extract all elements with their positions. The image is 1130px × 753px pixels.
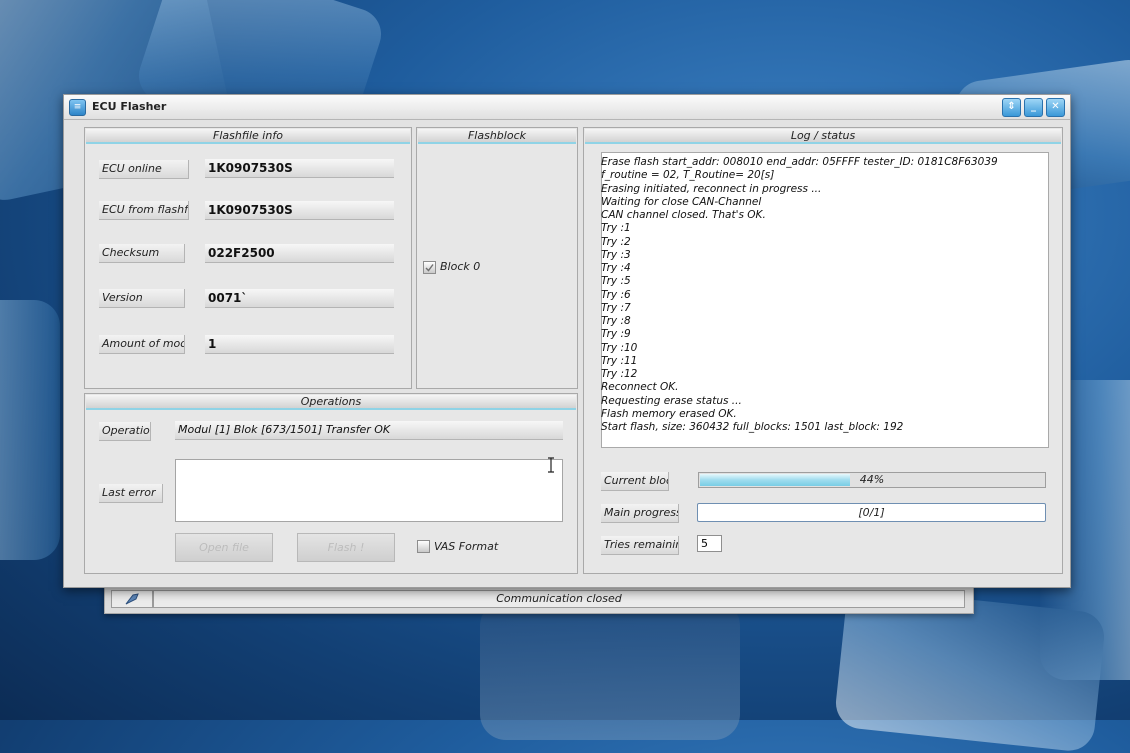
log-status-heading: Log / status <box>585 129 1061 144</box>
log-line: Erase flash start_addr: 008010 end_addr:… <box>601 156 998 168</box>
log-line: Waiting for close CAN-Channel <box>601 195 762 208</box>
amount-of-modules-value: 1 <box>205 335 394 354</box>
last-error-textbox[interactable] <box>175 459 563 522</box>
log-line: Try :6 <box>601 288 631 301</box>
ecu-flasher-window: ≡ ECU Flasher ⇕ _ ✕ Flashfile info ECU o… <box>63 94 1071 588</box>
main-progress-label: Main progress <box>601 504 679 523</box>
log-status-panel: Log / status Erase flash start_addr: 008… <box>583 127 1063 574</box>
main-progress-bar: [0/1] <box>697 503 1046 522</box>
version-value: 0071` <box>205 289 394 308</box>
log-line: Try :10 <box>601 341 638 354</box>
log-line: Try :9 <box>601 328 631 341</box>
log-line: f_routine = 02, T_Routine= 20[s] <box>601 169 775 182</box>
operation-label: Operation <box>99 422 151 441</box>
current-block-label: Current block <box>601 472 669 491</box>
log-line: Flash memory erased OK. <box>601 407 737 420</box>
block-0-label: Block 0 <box>440 260 481 273</box>
log-line: Requesting erase status ... <box>601 394 742 407</box>
current-block-progress-bar: 44% <box>698 472 1046 488</box>
minimize-button[interactable]: _ <box>1024 98 1043 117</box>
version-label: Version <box>99 289 185 308</box>
tries-remaining-value: 5 <box>697 535 722 552</box>
log-line: Try :3 <box>601 248 631 261</box>
ecu-from-flashfile-label: ECU from flashfile <box>99 201 189 220</box>
desktop-glass-shape <box>480 600 740 740</box>
app-icon: ≡ <box>69 99 86 116</box>
operation-value: Modul [1] Blok [673/1501] Transfer OK <box>175 421 563 440</box>
log-line: Try :1 <box>601 222 631 235</box>
status-text: Communication closed <box>153 590 965 608</box>
ecu-online-label: ECU online <box>99 160 189 179</box>
log-line: Try :7 <box>601 301 631 314</box>
connection-icon <box>125 593 139 605</box>
checksum-label: Checksum <box>99 244 185 263</box>
flashblock-heading: Flashblock <box>418 129 576 144</box>
main-progress-text: [0/1] <box>858 506 885 519</box>
log-line: Try :5 <box>601 275 631 288</box>
log-line: Try :11 <box>601 354 638 367</box>
log-line: Try :4 <box>601 262 631 274</box>
text-cursor-icon <box>548 457 554 473</box>
ecu-online-value: 1K0907530S <box>205 159 394 178</box>
status-window: Communication closed <box>104 584 974 614</box>
operations-heading: Operations <box>86 395 576 410</box>
current-block-progress-text: 44% <box>859 473 885 486</box>
desktop-glass-shape <box>0 300 60 560</box>
flashblock-panel: Flashblock Block 0 <box>416 127 578 389</box>
flashfile-info-panel: Flashfile info ECU online 1K0907530S ECU… <box>84 127 412 389</box>
check-icon <box>425 264 434 272</box>
open-file-button[interactable]: Open file <box>175 533 273 562</box>
operations-panel: Operations Operation Modul [1] Blok [673… <box>84 393 578 574</box>
log-line: CAN channel closed. That's OK. <box>601 209 766 221</box>
log-line: Try :8 <box>601 315 631 327</box>
log-line: Try :2 <box>601 235 631 248</box>
status-icon-cell <box>111 590 153 608</box>
log-line: Erasing initiated, reconnect in progress… <box>601 182 822 195</box>
flash-button[interactable]: Flash ! <box>297 533 395 562</box>
block-0-checkbox[interactable] <box>423 261 436 274</box>
restore-button[interactable]: ⇕ <box>1002 98 1021 117</box>
log-line: Start flash, size: 360432 full_blocks: 1… <box>601 421 904 433</box>
log-line: Try :12 <box>601 368 638 380</box>
flashfile-info-heading: Flashfile info <box>86 129 410 144</box>
tries-remaining-label: Tries remaining <box>601 536 679 555</box>
vas-format-checkbox[interactable] <box>417 540 430 553</box>
ecu-from-flashfile-value: 1K0907530S <box>205 201 394 220</box>
window-title: ECU Flasher <box>92 100 167 113</box>
last-error-label: Last error <box>99 484 163 503</box>
close-button[interactable]: ✕ <box>1046 98 1065 117</box>
log-line: Reconnect OK. <box>601 381 679 394</box>
checksum-value: 022F2500 <box>205 244 394 263</box>
vas-format-label: VAS Format <box>434 540 499 553</box>
amount-of-modules-label: Amount of modules <box>99 335 185 354</box>
title-bar[interactable]: ≡ ECU Flasher ⇕ _ ✕ <box>64 95 1070 120</box>
